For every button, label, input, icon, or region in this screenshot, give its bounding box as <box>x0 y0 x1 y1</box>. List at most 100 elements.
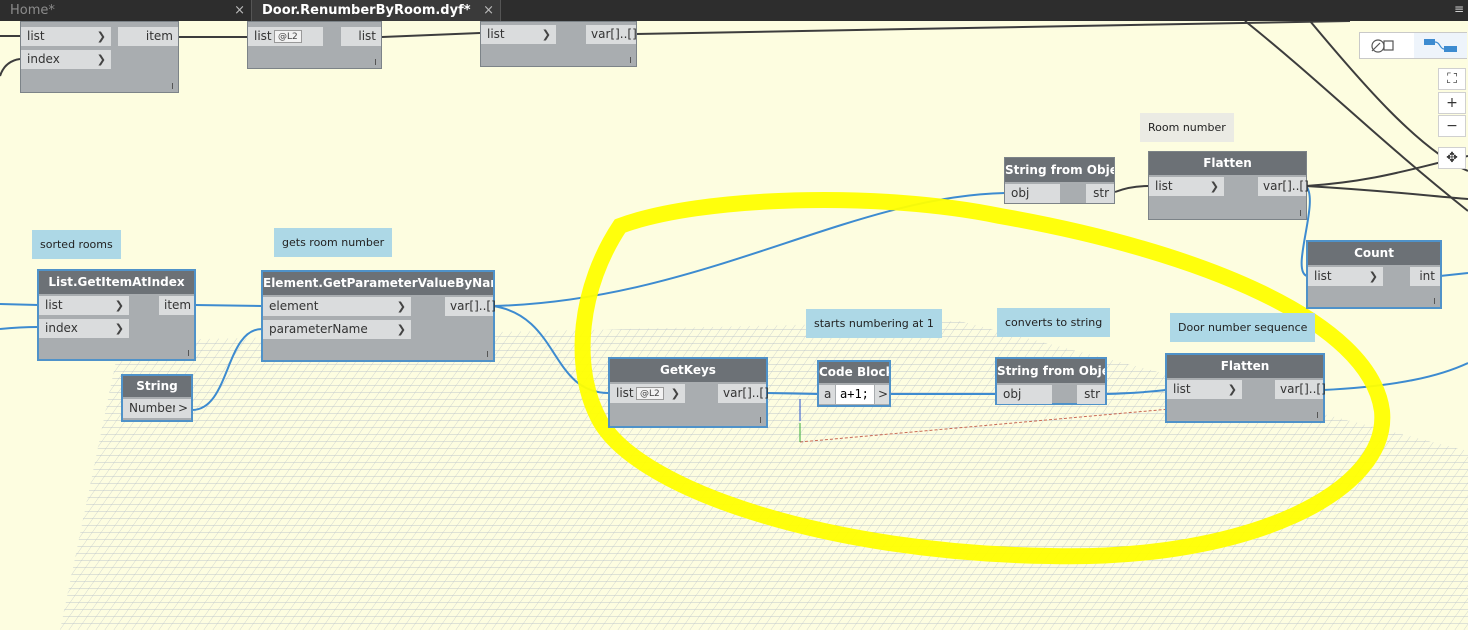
zoom-out-button[interactable]: − <box>1438 115 1466 137</box>
geometry-view-button[interactable] <box>1360 33 1413 58</box>
port-top-getitem-list-label: list <box>27 29 45 43</box>
note-converts-to-string[interactable]: converts to string <box>997 308 1111 337</box>
graph-view-button[interactable] <box>1414 33 1467 58</box>
port-count-list[interactable]: list ❯ <box>1308 267 1383 286</box>
node-resize-corner <box>172 83 173 89</box>
node-resize-corner <box>760 417 761 423</box>
window-menu-icon[interactable]: ≡ <box>1454 2 1464 16</box>
port-count-list-label: list <box>1314 269 1332 283</box>
tab-door-renumber-close-icon[interactable]: × <box>483 0 494 21</box>
port-flatten1-list[interactable]: list ❯ <box>1149 177 1224 196</box>
node-getkeys[interactable]: GetKeys list ❯ @L2 var[]..[] <box>608 357 769 428</box>
node-string-from-object-2[interactable]: String from Object obj str <box>995 357 1107 405</box>
port-sfo2-obj[interactable]: obj <box>997 385 1052 404</box>
port-codeblock-a[interactable]: a <box>819 385 835 404</box>
chevron-right-icon: ❯ <box>96 53 106 66</box>
note-gets-room-number[interactable]: gets room number <box>274 228 393 257</box>
chevron-right-icon: ❯ <box>396 300 406 313</box>
wire-top-2 <box>0 58 21 77</box>
chevron-right-icon: ❯ <box>114 322 124 335</box>
wire-top-5 <box>635 21 1351 35</box>
node-flatten-2-title: Flatten <box>1167 355 1323 378</box>
port-count-int[interactable]: int <box>1410 267 1440 286</box>
port-getparam-parametername-label: parameterName <box>269 322 368 336</box>
port-getparam-element[interactable]: element ❯ <box>263 297 411 316</box>
port-sfo1-str[interactable]: str <box>1086 184 1114 203</box>
port-string-number[interactable]: Number <box>123 399 177 418</box>
chevron-right-icon: ❯ <box>1209 180 1219 193</box>
node-get-parameter-value[interactable]: Element.GetParameterValueByName element ❯… <box>261 270 496 362</box>
port-flatten2-out[interactable]: var[]..[] <box>1275 380 1326 399</box>
lacing-selector[interactable]: @L2 <box>636 387 664 400</box>
note-door-number-sequence[interactable]: Door number sequence <box>1170 313 1316 342</box>
node-top-third[interactable]: list ❯ var[]..[] <box>480 21 637 67</box>
zoom-in-button[interactable]: + <box>1438 92 1466 114</box>
chevron-right-icon: ❯ <box>670 387 680 400</box>
node-code-block[interactable]: Code Block a a+1; > <box>817 360 891 407</box>
geometry-view-icon <box>1371 39 1394 53</box>
pan-icon: ✥ <box>1446 150 1458 166</box>
wire-left-list <box>0 303 39 306</box>
port-top-third-list-label: list <box>487 27 505 41</box>
port-getitem-index[interactable]: index ❯ <box>39 319 129 338</box>
port-string-out[interactable]: > <box>175 399 191 418</box>
pan-button[interactable]: ✥ <box>1438 147 1466 169</box>
node-list-getitemindex[interactable]: List.GetItemAtIndex list ❯ index ❯ item <box>37 269 196 361</box>
node-top-flatten[interactable]: list @L2 list <box>247 21 382 69</box>
port-flatten1-out[interactable]: var[]..[] <box>1258 177 1309 196</box>
chevron-right-icon: ❯ <box>396 323 406 336</box>
port-top-third-out[interactable]: var[]..[] <box>586 25 637 44</box>
node-count[interactable]: Count list ❯ int <box>1306 240 1442 309</box>
port-getkeys-list-label: list <box>616 386 634 400</box>
port-getparam-element-label: element <box>269 299 319 313</box>
tab-door-renumber-label: Door.RenumberByRoom.dyf* <box>262 3 471 18</box>
node-flatten-1[interactable]: Flatten list ❯ var[]..[] <box>1148 151 1309 220</box>
port-top-getitem-index-label: index <box>27 52 60 66</box>
node-list-getitemindex-title: List.GetItemAtIndex <box>39 271 194 294</box>
node-resize-corner <box>1317 412 1318 418</box>
graph-canvas[interactable]: list ❯ index ❯ item list @L2 list list ❯ va… <box>0 21 1468 630</box>
port-sfo1-obj[interactable]: obj <box>1005 184 1060 203</box>
wire-getitem-element <box>194 304 263 307</box>
port-flatten2-list-label: list <box>1173 382 1191 396</box>
port-top-getitem-list[interactable]: list ❯ <box>21 27 111 46</box>
note-starts-numbering[interactable]: starts numbering at 1 <box>806 309 942 338</box>
node-resize-corner <box>375 59 376 65</box>
node-resize-corner <box>188 350 189 356</box>
port-getitem-list-label: list <box>45 298 63 312</box>
node-string[interactable]: String Number > <box>121 374 193 422</box>
port-top-third-list[interactable]: list ❯ <box>481 25 556 44</box>
node-count-title: Count <box>1308 242 1440 265</box>
tab-home-label: Home* <box>10 3 55 18</box>
port-getitem-item[interactable]: item <box>159 296 194 315</box>
node-string-from-object-1[interactable]: String from Object obj str <box>1004 157 1115 204</box>
code-editor[interactable]: a+1; <box>836 385 874 404</box>
tab-door-renumber[interactable]: Door.RenumberByRoom.dyf* × <box>252 0 501 21</box>
chevron-right-icon: ❯ <box>541 28 551 41</box>
lacing-selector[interactable]: @L2 <box>274 30 302 43</box>
port-getparam-out[interactable]: var[]..[] <box>445 297 496 316</box>
node-string-from-object-2-title: String from Object <box>997 359 1105 383</box>
port-getparam-parametername[interactable]: parameterName ❯ <box>263 320 411 339</box>
port-top-getitem-item[interactable]: item <box>118 27 178 46</box>
wire-flatten2-out <box>1322 362 1468 391</box>
port-codeblock-out[interactable]: > <box>875 385 889 404</box>
port-top-getitem-index[interactable]: index ❯ <box>21 50 111 69</box>
port-getkeys-out[interactable]: var[]..[] <box>718 384 769 403</box>
wire-room-number <box>1114 185 1149 193</box>
tab-home[interactable]: Home* × <box>0 0 252 21</box>
port-sfo2-str[interactable]: str <box>1077 385 1105 404</box>
tab-home-close-icon[interactable]: × <box>234 0 245 21</box>
port-getitem-list[interactable]: list ❯ <box>39 296 129 315</box>
wire-count-out <box>1439 272 1468 277</box>
port-flatten2-list[interactable]: list ❯ <box>1167 380 1242 399</box>
node-flatten-2[interactable]: Flatten list ❯ var[]..[] <box>1165 353 1326 423</box>
port-top-flatten-out[interactable]: list <box>341 27 381 46</box>
port-getitem-index-label: index <box>45 321 78 335</box>
note-sorted-rooms[interactable]: sorted rooms <box>32 230 121 259</box>
node-resize-corner <box>1300 210 1301 216</box>
node-top-getitem[interactable]: list ❯ index ❯ item <box>20 21 179 93</box>
note-room-number[interactable]: Room number <box>1140 113 1234 142</box>
node-resize-corner <box>1434 298 1435 304</box>
zoom-fit-button[interactable]: ⛶ <box>1438 68 1466 90</box>
